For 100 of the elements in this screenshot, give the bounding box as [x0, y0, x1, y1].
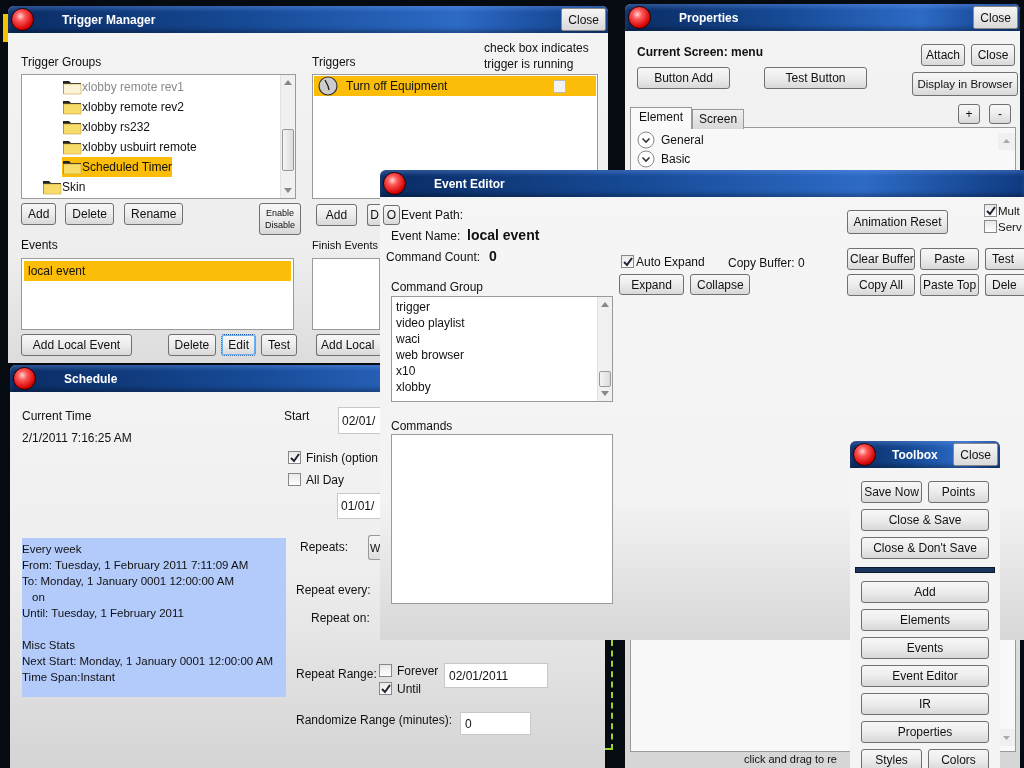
close-button[interactable]: Close — [953, 443, 998, 466]
checkbox[interactable] — [553, 79, 566, 93]
tree-item[interactable]: xlobby rs232 — [62, 117, 151, 137]
toolbox-button[interactable]: Events — [861, 637, 989, 659]
toolbox-button[interactable]: Styles — [861, 749, 922, 768]
checkbox[interactable] — [288, 451, 301, 464]
scroll-down-arrow-icon[interactable] — [284, 188, 292, 193]
tab[interactable]: Screen — [692, 109, 745, 129]
buffer-button[interactable]: Clear Buffer — [847, 248, 915, 270]
tree-action-button[interactable]: Enable Disable — [259, 203, 301, 235]
toolbox-button[interactable]: Colors — [928, 749, 989, 768]
close-button[interactable]: Close — [973, 6, 1018, 29]
zoom-button[interactable]: - — [989, 104, 1011, 124]
action-button[interactable]: Close — [971, 44, 1015, 66]
tree-toggle-button[interactable]: Expand — [619, 274, 684, 295]
scroll-up-arrow-icon[interactable] — [601, 302, 609, 307]
checkbox[interactable] — [379, 664, 392, 677]
event-action-button[interactable]: Test — [261, 334, 297, 356]
toolbox-button[interactable]: Close & Don't Save — [861, 537, 989, 559]
section-label: Trigger Groups — [21, 55, 102, 69]
checkbox[interactable] — [621, 255, 634, 268]
checkbox[interactable] — [379, 682, 392, 695]
until-date-field[interactable]: 02/01/2011 — [444, 663, 548, 688]
action-button[interactable]: Button Add — [637, 67, 730, 89]
toolbox-button[interactable]: Close & Save — [861, 509, 989, 531]
buffer-button[interactable]: Dele — [985, 274, 1024, 296]
command-count-value: 0 — [489, 248, 497, 264]
zoom-button[interactable]: + — [958, 104, 980, 124]
animation-reset-button[interactable]: Animation Reset — [847, 210, 948, 234]
scroll-thumb[interactable] — [599, 371, 611, 387]
event-name-value: local event — [467, 227, 540, 243]
checkbox-label: Forever — [397, 664, 439, 678]
checkbox[interactable] — [288, 473, 301, 486]
buffer-button[interactable]: Paste — [920, 248, 979, 270]
repeats-dropdown[interactable]: W — [368, 535, 380, 560]
buffer-button[interactable]: Paste Top — [920, 274, 979, 296]
command-group-item[interactable]: trigger — [396, 299, 430, 315]
close-button[interactable]: Close — [561, 8, 606, 31]
field-label: Event Name: — [391, 229, 461, 243]
tree-item[interactable]: xlobby usbuirt remote — [62, 137, 197, 157]
finish-action-button[interactable]: Add Local — [316, 334, 380, 356]
toolbox-button[interactable]: Event Editor — [861, 665, 989, 687]
scrollbar[interactable] — [597, 297, 612, 401]
field-label: Copy Buffer: — [728, 256, 795, 270]
command-group-item[interactable]: xlobby — [396, 379, 431, 395]
checkbox[interactable] — [984, 220, 997, 233]
folder-icon — [62, 139, 82, 155]
command-group-item[interactable]: video playlist — [396, 315, 465, 331]
buffer-button[interactable]: Test — [985, 248, 1024, 270]
start-date-field[interactable]: 02/01/ — [338, 407, 380, 434]
toolbox-button[interactable]: Properties — [861, 721, 989, 743]
checkbox-label: All Day — [306, 473, 344, 487]
field-label: Command Count: — [386, 250, 481, 264]
finish-date-field[interactable]: 01/01/ — [337, 493, 380, 519]
event-action-button[interactable]: Delete — [167, 334, 217, 356]
event-action-button[interactable]: Edit — [221, 334, 256, 356]
window-title: Event Editor — [434, 176, 506, 191]
action-button[interactable]: Attach — [921, 44, 965, 66]
command-group-item[interactable]: x10 — [396, 363, 416, 379]
tree-item[interactable]: Scheduled Timer — [62, 157, 173, 177]
display-in-browser-button[interactable]: Display in Browser — [912, 72, 1018, 96]
toolbox-button[interactable]: Elements — [861, 609, 989, 631]
tab[interactable]: Element — [630, 107, 693, 129]
command-group-item[interactable]: web browser — [396, 347, 465, 363]
action-button[interactable]: Test Button — [764, 67, 867, 89]
tree-action-button[interactable]: Rename — [124, 203, 184, 225]
toolbox-button[interactable]: IR — [861, 693, 989, 715]
folder-icon — [62, 99, 82, 115]
list-item[interactable]: Turn off Equipment — [314, 76, 596, 96]
toolbox-button[interactable]: Save Now — [861, 481, 922, 503]
summary-line: Misc Stats — [22, 638, 76, 653]
tree-item[interactable]: Skin — [42, 177, 86, 197]
scrollbar[interactable] — [280, 75, 295, 198]
section-label: Finish Events — [312, 238, 379, 252]
summary-line: Next Start: Monday, 1 January 0001 12:00:00 AM — [22, 654, 274, 669]
expander-header[interactable]: General — [637, 130, 710, 149]
path-button[interactable]: O — [383, 205, 400, 225]
event-action-button[interactable]: Add Local Event — [21, 334, 132, 356]
trigger-action-button[interactable]: D — [367, 204, 381, 226]
tree-item[interactable]: xlobby remote rev2 — [62, 97, 185, 117]
summary-line: To: Monday, 1 January 0001 12:00:00 AM — [22, 574, 235, 589]
scroll-down-arrow-icon[interactable] — [601, 391, 609, 396]
tree-action-button[interactable]: Delete — [65, 203, 115, 225]
tree-action-button[interactable]: Add — [21, 203, 57, 225]
tree-toggle-button[interactable]: Collapse — [690, 274, 750, 295]
randomize-range-field[interactable]: 0 — [460, 712, 531, 735]
buffer-button[interactable]: Copy All — [847, 274, 915, 296]
command-group-item[interactable]: waci — [396, 331, 420, 347]
scroll-up-arrow-icon[interactable] — [284, 80, 292, 85]
folder-icon — [62, 119, 82, 135]
event-item[interactable]: local event — [24, 261, 291, 281]
folder-icon — [62, 79, 82, 95]
checkbox-label: Until — [397, 682, 421, 696]
checkbox[interactable] — [984, 204, 997, 217]
folder-icon — [42, 179, 62, 195]
scroll-thumb[interactable] — [282, 128, 294, 171]
trigger-action-button[interactable]: Add — [316, 204, 357, 226]
expander-header[interactable]: Basic — [637, 149, 697, 168]
toolbox-button[interactable]: Add — [861, 581, 989, 603]
toolbox-button[interactable]: Points — [928, 481, 989, 503]
